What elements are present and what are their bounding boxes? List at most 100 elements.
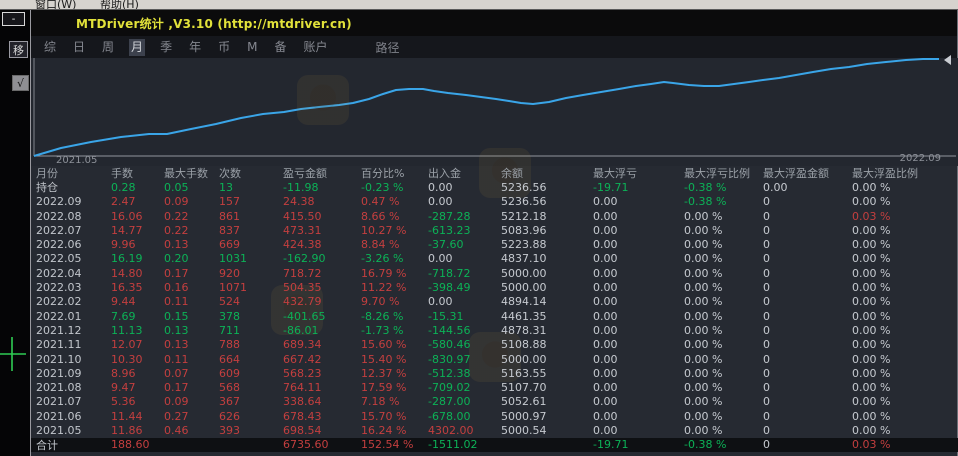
table-row[interactable]: 2021.1112.070.13788689.3415.60 %-580.465… bbox=[31, 338, 958, 352]
table-cell: 432.79 bbox=[283, 295, 361, 308]
table-cell: 0.27 bbox=[164, 410, 219, 423]
table-cell: 5000.00 bbox=[501, 281, 593, 294]
table-cell: -0.23 % bbox=[361, 181, 428, 194]
column-header: 余额 bbox=[501, 165, 593, 181]
table-cell: 0.00 % bbox=[852, 395, 958, 408]
table-cell: 0.22 bbox=[164, 210, 219, 223]
table-row[interactable]: 2021.089.470.17568764.1117.59 %-709.0251… bbox=[31, 380, 958, 394]
table-cell: 16.24 % bbox=[361, 424, 428, 437]
equity-curve-svg bbox=[31, 58, 958, 166]
table-cell: -162.90 bbox=[283, 252, 361, 265]
table-cell: 0.00 bbox=[593, 267, 684, 280]
table-cell: -709.02 bbox=[428, 381, 501, 394]
table-row[interactable]: 2022.017.690.15378-401.65-8.26 %-15.3144… bbox=[31, 309, 958, 323]
menu-help[interactable]: 帮助(H) bbox=[100, 0, 139, 10]
table-cell: -398.49 bbox=[428, 281, 501, 294]
table-row[interactable]: 2022.069.960.13669424.388.84 %-37.605223… bbox=[31, 237, 958, 251]
table-cell: 0.00 % bbox=[852, 281, 958, 294]
table-row[interactable]: 2021.1010.300.11664667.4215.40 %-830.975… bbox=[31, 352, 958, 366]
table-cell: -8.26 % bbox=[361, 310, 428, 323]
table-cell: 0.00 % bbox=[684, 210, 763, 223]
tab-月[interactable]: 月 bbox=[129, 39, 145, 56]
table-cell: 4894.14 bbox=[501, 295, 593, 308]
column-header: 最大手数 bbox=[164, 165, 219, 181]
table-cell: 11.13 bbox=[111, 324, 164, 337]
table-row[interactable]: 2022.092.470.0915724.380.47 %0.005236.56… bbox=[31, 195, 958, 209]
table-row[interactable]: 2022.0516.190.201031-162.90-3.26 %0.0048… bbox=[31, 252, 958, 266]
table-cell: 5212.18 bbox=[501, 210, 593, 223]
table-cell: 0.17 bbox=[164, 267, 219, 280]
balance-line bbox=[34, 59, 939, 156]
table-cell: 0.09 bbox=[164, 395, 219, 408]
table-cell: 0 bbox=[763, 353, 852, 366]
table-cell: 0.00 bbox=[593, 281, 684, 294]
table-cell: 504.35 bbox=[283, 281, 361, 294]
tab-M[interactable]: M bbox=[245, 39, 259, 56]
move-tool-button[interactable]: 移 bbox=[9, 41, 28, 58]
table-cell: 367 bbox=[219, 395, 283, 408]
tab-账户[interactable]: 账户 bbox=[301, 39, 329, 56]
column-header: 最大浮亏 bbox=[593, 165, 684, 181]
table-row[interactable]: 2022.0714.770.22837473.3110.27 %-613.235… bbox=[31, 223, 958, 237]
table-cell: 2022.02 bbox=[36, 295, 111, 308]
path-button[interactable]: 路径 bbox=[376, 39, 400, 56]
table-row[interactable]: 2022.0316.350.161071504.3511.22 %-398.49… bbox=[31, 280, 958, 294]
tab-综[interactable]: 综 bbox=[42, 39, 58, 56]
table-row[interactable]: 2021.0611.440.27626678.4315.70 %-678.005… bbox=[31, 409, 958, 423]
tab-年[interactable]: 年 bbox=[187, 39, 203, 56]
column-header: 百分比% bbox=[361, 165, 428, 181]
tab-周[interactable]: 周 bbox=[100, 39, 116, 56]
table-cell: 0.00 bbox=[428, 181, 501, 194]
column-header: 最大浮亏比例 bbox=[684, 165, 763, 181]
table-cell: -512.38 bbox=[428, 367, 501, 380]
table-cell: -613.23 bbox=[428, 224, 501, 237]
table-row[interactable]: 2022.0816.060.22861415.508.66 %-287.2852… bbox=[31, 209, 958, 223]
table-cell: 0.00 bbox=[593, 424, 684, 437]
tab-季[interactable]: 季 bbox=[158, 39, 174, 56]
table-cell: 837 bbox=[219, 224, 283, 237]
table-cell: 2021.12 bbox=[36, 324, 111, 337]
table-cell: 0.00 bbox=[428, 195, 501, 208]
table-row[interactable]: 2022.0414.800.17920718.7216.79 %-718.725… bbox=[31, 266, 958, 280]
table-cell: 152.54 % bbox=[361, 438, 428, 451]
table-cell: 2021.10 bbox=[36, 353, 111, 366]
table-row[interactable]: 2021.0511.860.46393698.5416.24 %4302.005… bbox=[31, 423, 958, 437]
table-cell: 0.00 bbox=[593, 224, 684, 237]
table-cell: 5236.56 bbox=[501, 181, 593, 194]
table-cell: 0.00 % bbox=[684, 295, 763, 308]
table-cell: 0.00 bbox=[593, 381, 684, 394]
table-cell: 0 bbox=[763, 438, 852, 451]
table-cell: -0.38 % bbox=[684, 181, 763, 194]
table-cell: 0.00 bbox=[593, 353, 684, 366]
page-title: MTDriver统计 ,V3.10 (http://mtdriver.cn) bbox=[31, 15, 352, 32]
table-row[interactable]: 2021.1211.130.13711-86.01-1.73 %-144.564… bbox=[31, 323, 958, 337]
check-tool-button[interactable]: √ bbox=[12, 75, 29, 91]
table-cell: 0 bbox=[763, 424, 852, 437]
minimize-button[interactable]: - bbox=[2, 12, 25, 26]
table-cell: 0.47 % bbox=[361, 195, 428, 208]
table-cell: -11.98 bbox=[283, 181, 361, 194]
table-row[interactable]: 2021.098.960.07609568.2312.37 %-512.3851… bbox=[31, 366, 958, 380]
table-cell: -718.72 bbox=[428, 267, 501, 280]
tab-日[interactable]: 日 bbox=[71, 39, 87, 56]
table-cell: 524 bbox=[219, 295, 283, 308]
table-row[interactable]: 2022.029.440.11524432.799.70 %0.004894.1… bbox=[31, 295, 958, 309]
table-row[interactable]: 2021.075.360.09367338.647.18 %-287.00505… bbox=[31, 395, 958, 409]
table-cell: 0.00 % bbox=[684, 324, 763, 337]
table-cell: 5223.88 bbox=[501, 238, 593, 251]
table-cell: 415.50 bbox=[283, 210, 361, 223]
table-cell: 24.38 bbox=[283, 195, 361, 208]
tab-币[interactable]: 币 bbox=[216, 39, 232, 56]
table-cell: 0.13 bbox=[164, 238, 219, 251]
table-cell: 10.30 bbox=[111, 353, 164, 366]
table-cell: 0.00 bbox=[593, 295, 684, 308]
menu-window[interactable]: 窗口(W) bbox=[35, 0, 76, 10]
table-row[interactable]: 持仓0.280.0513-11.98-0.23 %0.005236.56-19.… bbox=[31, 180, 958, 194]
table-cell: 473.31 bbox=[283, 224, 361, 237]
table-cell: 2022.06 bbox=[36, 238, 111, 251]
table-total-row[interactable]: 合计188.606735.60152.54 %-1511.02-19.71-0.… bbox=[31, 438, 958, 452]
table-cell: 0.00 % bbox=[684, 252, 763, 265]
table-cell: 8.66 % bbox=[361, 210, 428, 223]
table-cell: 2022.09 bbox=[36, 195, 111, 208]
tab-备[interactable]: 备 bbox=[272, 39, 288, 56]
